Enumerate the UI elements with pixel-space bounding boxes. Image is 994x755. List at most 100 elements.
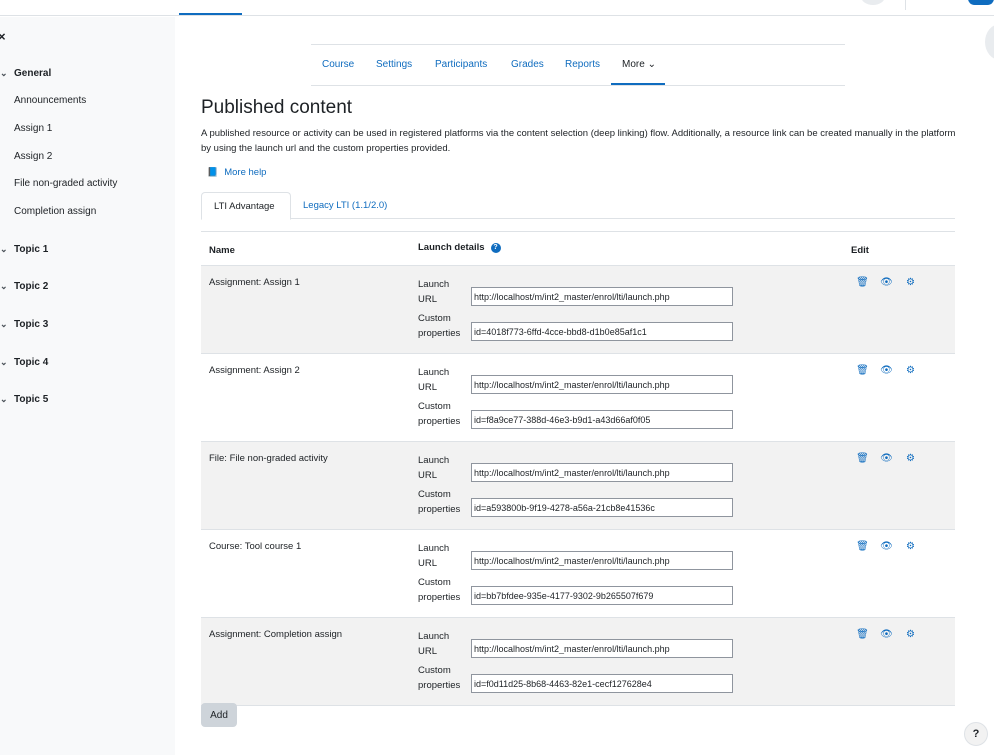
eye-icon[interactable]: 👁	[880, 364, 893, 377]
custom-properties-field[interactable]	[471, 586, 733, 605]
nav-settings[interactable]: Settings	[376, 59, 412, 70]
row-name: Assignment: Assign 1	[209, 277, 300, 288]
top-navbar	[0, 0, 994, 16]
custom-properties-field[interactable]	[471, 410, 733, 429]
chevron-down-icon[interactable]: ⌄	[0, 281, 8, 292]
nav-course[interactable]: Course	[322, 59, 354, 70]
custom-properties-label: Custom properties	[418, 489, 461, 515]
more-help-label: More help	[224, 167, 267, 178]
row-name: Course: Tool course 1	[209, 541, 302, 552]
page-title: Published content	[201, 97, 353, 118]
tab-lti-advantage[interactable]: LTI Advantage	[201, 192, 291, 220]
chevron-down-icon[interactable]: ⌄	[0, 244, 8, 255]
custom-properties-label: Custom properties	[418, 313, 461, 339]
gear-icon[interactable]: ⚙	[904, 364, 917, 377]
custom-properties-label: Custom properties	[418, 577, 461, 603]
drawer-item-file-non-graded[interactable]: File non-graded activity	[14, 178, 117, 189]
delete-icon[interactable]: 🗑	[856, 540, 869, 553]
drawer-item-assign-1[interactable]: Assign 1	[14, 123, 52, 134]
book-icon: 📘	[207, 167, 219, 177]
gear-icon[interactable]: ⚙	[904, 628, 917, 641]
table-row: Course: Tool course 1 Launch URL Custom …	[201, 530, 955, 618]
drawer-item-announcements[interactable]: Announcements	[14, 95, 86, 106]
gear-icon[interactable]: ⚙	[904, 276, 917, 289]
nav-active-indicator	[611, 83, 665, 85]
launch-url-field[interactable]	[471, 551, 733, 570]
chevron-down-icon: ⌄	[647, 59, 656, 70]
delete-icon[interactable]: 🗑	[856, 364, 869, 377]
main-content: Course Settings Participants Grades Repo…	[175, 17, 994, 755]
delete-icon[interactable]: 🗑	[856, 452, 869, 465]
section-topic-4[interactable]: ⌄ Topic 4	[0, 357, 48, 368]
drawer-item-completion-assign[interactable]: Completion assign	[14, 206, 96, 217]
header-launch-label: Launch details	[418, 242, 485, 253]
nav-participants[interactable]: Participants	[435, 59, 487, 70]
nav-grades[interactable]: Grades	[511, 59, 544, 70]
eye-icon[interactable]: 👁	[880, 276, 893, 289]
launch-url-label: Launch URL	[418, 543, 450, 569]
table-row: Assignment: Assign 1 Launch URL Custom p…	[201, 266, 955, 354]
section-topic-1[interactable]: ⌄ Topic 1	[0, 244, 48, 255]
eye-icon[interactable]: 👁	[880, 540, 893, 553]
eye-icon[interactable]: 👁	[880, 452, 893, 465]
published-content-table: Name Launch details ? Edit Assignment: A…	[201, 231, 955, 706]
row-name: Assignment: Assign 2	[209, 365, 300, 376]
custom-properties-field[interactable]	[471, 498, 733, 517]
row-name: Assignment: Completion assign	[209, 629, 343, 640]
primary-nav-active-indicator	[179, 13, 242, 15]
add-button[interactable]: Add	[201, 703, 237, 727]
section-label: General	[14, 68, 52, 79]
course-index-drawer: × ⌄ General Announcements Assign 1 Assig…	[0, 17, 175, 755]
section-label: Topic 3	[14, 319, 49, 330]
tab-bar: LTI Advantage Legacy LTI (1.1/2.0)	[201, 192, 955, 220]
tab-legacy-lti[interactable]: Legacy LTI (1.1/2.0)	[291, 192, 399, 220]
table-header: Name Launch details ? Edit	[201, 231, 955, 266]
header-launch-details: Launch details ?	[418, 242, 501, 253]
chevron-down-icon[interactable]: ⌄	[0, 319, 8, 330]
launch-url-field[interactable]	[471, 287, 733, 306]
nav-more-label: More	[622, 59, 645, 70]
chevron-down-icon[interactable]: ⌄	[0, 357, 8, 368]
eye-icon[interactable]: 👁	[880, 628, 893, 641]
help-icon[interactable]: ?	[490, 242, 501, 253]
row-actions: 🗑 👁 ⚙	[856, 452, 917, 465]
row-actions: 🗑 👁 ⚙	[856, 276, 917, 289]
chevron-down-icon[interactable]: ⌄	[0, 394, 8, 405]
launch-url-label: Launch URL	[418, 455, 450, 481]
custom-properties-label: Custom properties	[418, 665, 461, 691]
row-actions: 🗑 👁 ⚙	[856, 540, 917, 553]
launch-url-label: Launch URL	[418, 279, 450, 305]
navbar-divider	[905, 0, 906, 10]
help-button[interactable]: ?	[964, 722, 988, 746]
edit-mode-toggle[interactable]	[968, 0, 994, 5]
section-topic-3[interactable]: ⌄ Topic 3	[0, 319, 48, 330]
launch-url-field[interactable]	[471, 463, 733, 482]
custom-properties-field[interactable]	[471, 674, 733, 693]
table-row: File: File non-graded activity Launch UR…	[201, 442, 955, 530]
header-name: Name	[209, 245, 235, 256]
gear-icon[interactable]: ⚙	[904, 452, 917, 465]
user-avatar[interactable]	[861, 0, 885, 5]
section-topic-2[interactable]: ⌄ Topic 2	[0, 281, 48, 292]
section-label: Topic 4	[14, 357, 49, 368]
table-row: Assignment: Assign 2 Launch URL Custom p…	[201, 354, 955, 442]
nav-more[interactable]: More ⌄	[622, 59, 656, 70]
section-general[interactable]: ⌄ General	[0, 68, 51, 79]
chevron-down-icon[interactable]: ⌄	[0, 68, 8, 79]
close-drawer-icon[interactable]: ×	[0, 29, 6, 44]
gear-icon[interactable]: ⚙	[904, 540, 917, 553]
nav-reports[interactable]: Reports	[565, 59, 600, 70]
more-help-link[interactable]: 📘 More help	[207, 167, 266, 178]
section-label: Topic 5	[14, 394, 49, 405]
custom-properties-field[interactable]	[471, 322, 733, 341]
custom-properties-label: Custom properties	[418, 401, 461, 427]
delete-icon[interactable]: 🗑	[856, 276, 869, 289]
section-topic-5[interactable]: ⌄ Topic 5	[0, 394, 48, 405]
launch-url-field[interactable]	[471, 375, 733, 394]
launch-url-field[interactable]	[471, 639, 733, 658]
section-label: Topic 1	[14, 244, 49, 255]
drawer-item-assign-2[interactable]: Assign 2	[14, 151, 52, 162]
delete-icon[interactable]: 🗑	[856, 628, 869, 641]
row-name: File: File non-graded activity	[209, 453, 328, 464]
secondary-navigation: Course Settings Participants Grades Repo…	[311, 44, 845, 86]
